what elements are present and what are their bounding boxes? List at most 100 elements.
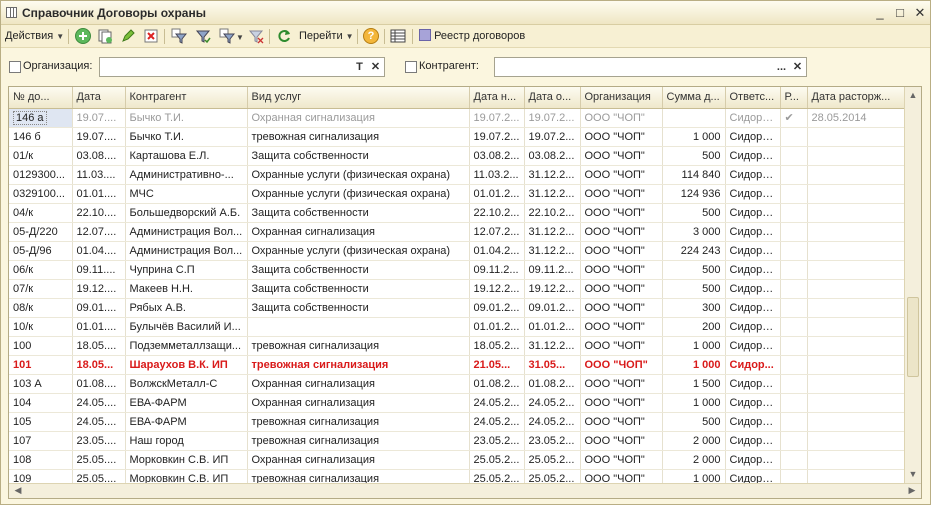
table-cell: Сидоро... <box>725 317 781 337</box>
filter-icon[interactable] <box>171 28 188 44</box>
text-mode-button[interactable]: T <box>352 59 367 75</box>
table-row[interactable]: 109 25.05.... Морковкин С.В. ИП тревожная с… <box>9 469 904 484</box>
column-header[interactable]: Дата расторж... <box>807 87 904 109</box>
table-row[interactable]: 05-Д/220 12.07.... Администрация Вол... Охр… <box>9 222 904 242</box>
table-cell: Административно-... <box>125 165 248 185</box>
table-cell: 19.12.... <box>72 279 126 299</box>
minimize-button[interactable]: _ <box>870 3 890 23</box>
table-cell: 0329100... <box>9 184 73 204</box>
table-row[interactable]: 146 а 19.07.... Бычко Т.И. Охранная сигнали… <box>9 108 904 128</box>
scroll-down-icon[interactable]: ▼ <box>907 469 919 481</box>
table-cell: Большедворский А.Б. <box>125 203 248 223</box>
table-row[interactable]: 105 24.05.... ЕВА-ФАРМ тревожная сигнализац… <box>9 412 904 432</box>
delete-icon[interactable] <box>143 28 159 44</box>
filter-history-icon[interactable] <box>219 28 236 44</box>
contractor-field[interactable]: ... ✕ <box>494 57 807 77</box>
actions-label: Действия <box>5 30 54 42</box>
column-header[interactable]: Дата <box>72 87 126 109</box>
add-icon[interactable] <box>75 28 91 44</box>
organization-field[interactable]: T ✕ <box>99 57 385 77</box>
table-row[interactable]: 07/к 19.12.... Макеев Н.Н. Защита собственн… <box>9 279 904 299</box>
horizontal-scrollbar[interactable]: ◀ ▶ <box>9 483 921 498</box>
help-icon[interactable]: ? <box>363 28 379 44</box>
table-cell: 103 А <box>9 374 73 394</box>
table-body: 146 а 19.07.... Бычко Т.И. Охранная сигнали… <box>9 108 904 484</box>
maximize-button[interactable]: □ <box>890 3 910 23</box>
refresh-glyph-icon <box>278 30 290 42</box>
table-row[interactable]: 10/к 01.01.... Булычёв Василий И... 01.01.2… <box>9 317 904 337</box>
column-header[interactable]: Дата о... <box>524 87 581 109</box>
column-header[interactable]: Дата н... <box>469 87 525 109</box>
toolbar: Действия ▼ ▼ Перейти ▼ ? Реестр договоро… <box>1 25 930 48</box>
table-row[interactable]: 08/к 09.01.... Рябых А.В. Защита собственно… <box>9 298 904 318</box>
edit-icon[interactable] <box>120 28 136 44</box>
table-cell: Охранные услуги (физическая охрана) <box>247 165 470 185</box>
table-cell <box>807 336 904 356</box>
scroll-up-icon[interactable]: ▲ <box>907 90 919 102</box>
column-header[interactable]: Организация <box>580 87 663 109</box>
scroll-right-icon[interactable]: ▶ <box>906 485 918 497</box>
contracts-table[interactable]: № до... Дата Контрагент Вид услуг Дата н... Д… <box>8 86 922 499</box>
table-cell: 24.05.2... <box>524 412 581 432</box>
table-row[interactable]: 146 б 19.07.... Бычко Т.И. тревожная сигнал… <box>9 127 904 147</box>
column-header[interactable]: № до... <box>9 87 73 109</box>
columns-icon[interactable] <box>390 28 406 44</box>
refresh-icon[interactable] <box>276 28 292 44</box>
table-row[interactable]: 06/к 09.11.... Чуприна С.П Защита собственн… <box>9 260 904 280</box>
column-header[interactable]: Р... <box>780 87 808 109</box>
organization-clear-button[interactable]: ✕ <box>368 59 383 75</box>
table-row[interactable]: 0329100... 01.01.... МЧС Охранные услуги (ф… <box>9 184 904 204</box>
table-cell <box>780 203 808 223</box>
column-header[interactable]: Вид услуг <box>247 87 470 109</box>
contractor-checkbox[interactable] <box>405 61 417 73</box>
filter-by-value-icon[interactable] <box>195 28 211 44</box>
table-cell <box>662 108 726 128</box>
registry-button[interactable]: Реестр договоров <box>419 28 525 45</box>
funnel-icon <box>171 28 188 44</box>
cell-text: 146 а <box>13 110 47 125</box>
table-cell <box>807 469 904 484</box>
table-row[interactable]: 04/к 22.10.... Большедворский А.Б. Защита с… <box>9 203 904 223</box>
table-row[interactable]: 104 24.05.... ЕВА-ФАРМ Охранная сигнализаци… <box>9 393 904 413</box>
filter-caret-icon[interactable]: ▼ <box>236 29 244 46</box>
column-header[interactable]: Контрагент <box>125 87 248 109</box>
column-header[interactable]: Ответс... <box>725 87 781 109</box>
table-cell: ООО "ЧОП" <box>580 450 663 470</box>
table-cell: 24.05.... <box>72 393 126 413</box>
table-cell: ЕВА-ФАРМ <box>125 412 248 432</box>
table-row[interactable]: 101 18.05... Шараухов В.К. ИП тревожная сиг… <box>9 355 904 375</box>
actions-menu[interactable]: Действия ▼ <box>5 28 64 45</box>
table-cell: 03.08.... <box>72 146 126 166</box>
column-header[interactable]: Сумма д... <box>662 87 726 109</box>
table-row[interactable]: 100 18.05.... Подземметаллзащи... тревожная… <box>9 336 904 356</box>
table-row[interactable]: 0129300... 11.03.... Административно-... Ох… <box>9 165 904 185</box>
goto-menu[interactable]: Перейти ▼ <box>299 28 354 45</box>
clear-filter-icon[interactable] <box>248 28 264 44</box>
table-cell: 101 <box>9 355 73 375</box>
table-cell: Бычко Т.И. <box>125 127 248 147</box>
organization-checkbox[interactable] <box>9 61 21 73</box>
copy-icon[interactable] <box>97 28 113 44</box>
scroll-left-icon[interactable]: ◀ <box>12 485 24 497</box>
table-cell: тревожная сигнализация <box>247 336 470 356</box>
table-row[interactable]: 01/к 03.08.... Карташова Е.Л. Защита собств… <box>9 146 904 166</box>
table-cell <box>807 412 904 432</box>
contractor-clear-button[interactable]: ✕ <box>790 59 805 75</box>
catalog-window: Справочник Договоры охраны _ □ ✕ Действи… <box>0 0 931 505</box>
table-cell: 25.05.... <box>72 469 126 484</box>
table-cell: 500 <box>662 279 726 299</box>
table-header: № до... Дата Контрагент Вид услуг Дата н... Д… <box>9 87 904 109</box>
table-row[interactable]: 103 А 01.08.... ВолжскМеталл-С Охранная сиг… <box>9 374 904 394</box>
vertical-scrollbar[interactable]: ▲ ▼ <box>904 87 921 484</box>
close-button[interactable]: ✕ <box>910 3 930 23</box>
table-cell: 500 <box>662 203 726 223</box>
scroll-thumb[interactable] <box>907 297 919 377</box>
table-cell: 1 000 <box>662 127 726 147</box>
contractor-select-button[interactable]: ... <box>774 59 789 75</box>
table-cell: Защита собственности <box>247 298 470 318</box>
table-cell: 19.07.2... <box>469 127 525 147</box>
table-row[interactable]: 108 25.05.... Морковкин С.В. ИП Охранная си… <box>9 450 904 470</box>
table-row[interactable]: 107 23.05.... Наш город тревожная сигнализа… <box>9 431 904 451</box>
table-cell: 08/к <box>9 298 73 318</box>
table-row[interactable]: 05-Д/96 01.04.... Администрация Вол... Охра… <box>9 241 904 261</box>
